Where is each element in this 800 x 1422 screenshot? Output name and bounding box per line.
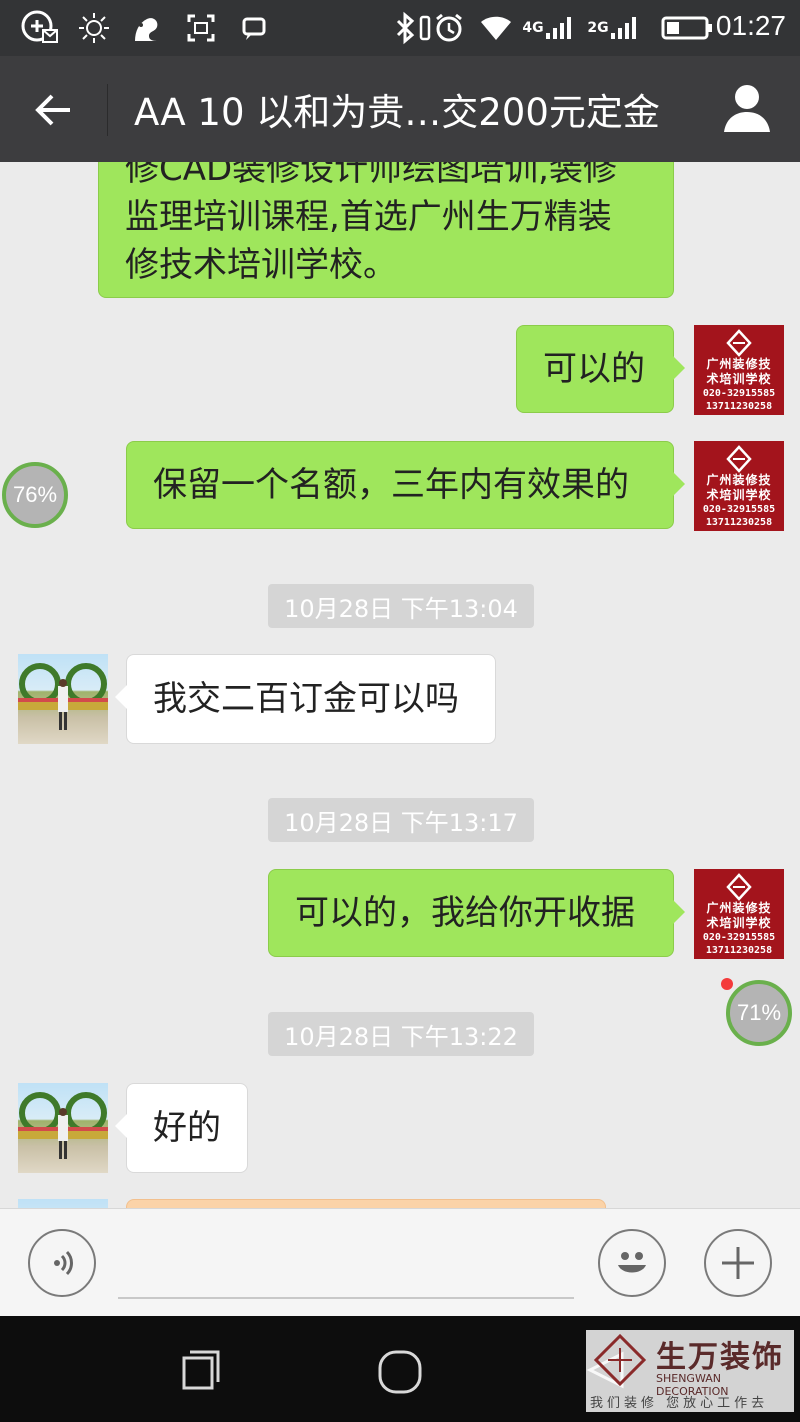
watermark: 生万装饰 SHENGWAN DECORATION 我们装修 您放心工作去 [586,1330,794,1412]
person-icon[interactable] [722,82,772,134]
message-input-bar [0,1208,800,1317]
network-4g-label: 4G [522,20,544,36]
message-line: 监理培训课程,首选广州生万精装 [125,197,612,237]
timestamp-text: 10月28日 下午13:17 [284,808,518,837]
message-text: 我交二百订金可以吗 [153,679,459,719]
shengwan-logo-icon [593,1333,647,1387]
message-bubble-received[interactable]: 我交二百订金可以吗 [115,654,496,744]
wifi-icon [478,10,514,46]
floating-progress-badge[interactable]: 71% [726,980,792,1046]
battery-icon [660,10,714,46]
badge-label: 76% [12,482,58,507]
avatar-text: 广州装修技 [706,473,772,487]
avatar-phone: 13711230258 [705,517,773,528]
school-logo-icon [726,873,752,901]
timestamp: 10月28日 下午13:22 [268,1012,534,1056]
message-text: 可以的，我给你开收据 [295,893,635,933]
timestamp-text: 10月28日 下午13:04 [284,594,518,623]
garden-photo [18,1092,108,1159]
signal-2g-icon: 2G [584,10,642,46]
avatar-text: 术培训学校 [706,916,772,930]
message-bubble-sent[interactable]: 修CAD装修设计师绘图培训,装修 监理培训课程,首选广州生万精装 修技术培训学校… [98,162,674,298]
message-text: 好的 [153,1108,221,1148]
message-bubble-received[interactable] [126,1199,606,1208]
chat-title: AA 10 以和为贵…交200元定金 [134,91,660,134]
school-logo-icon [726,445,752,473]
alarm-icon [432,10,466,46]
avatar[interactable] [18,654,108,744]
timestamp-text: 10月28日 下午13:22 [284,1022,518,1051]
message-line: 修CAD装修设计师绘图培训,装修 [125,162,617,189]
message-line: 修技术培训学校。 [125,245,397,285]
message-bubble-sent[interactable]: 保留一个名额，三年内有效果的 [126,441,685,529]
voice-icon[interactable] [28,1229,96,1297]
timestamp: 10月28日 下午13:04 [268,584,534,628]
vibrate-icon [418,10,432,46]
avatar[interactable]: 广州装修技 术培训学校 020-32915585 13711230258 [694,869,784,959]
avatar-phone: 020-32915585 [702,388,776,399]
chat-header: AA 10 以和为贵…交200元定金 [0,56,800,162]
avatar-phone: 020-32915585 [702,932,776,943]
avatar-text: 术培训学校 [706,372,772,386]
message-input[interactable] [118,1297,574,1299]
header-divider [107,84,108,136]
watermark-slogan: 我们装修 您放心工作去 [590,1396,769,1411]
badge-label: 71% [736,1000,782,1025]
avatar[interactable] [18,1083,108,1173]
chat-message-list[interactable]: 修CAD装修设计师绘图培训,装修 监理培训课程,首选广州生万精装 修技术培训学校… [0,162,800,1208]
avatar-phone: 020-32915585 [702,504,776,515]
avatar-phone: 13711230258 [705,945,773,956]
school-logo-icon [726,329,752,357]
message-text: 可以的 [543,349,645,389]
timestamp: 10月28日 下午13:17 [268,798,534,842]
floating-progress-badge[interactable]: 76% [2,462,68,528]
avatar[interactable] [18,1199,108,1208]
emoji-icon[interactable] [598,1229,666,1297]
back-arrow-icon[interactable] [30,86,78,134]
chat-icon [238,10,270,46]
watermark-title: 生万装饰 [656,1340,784,1375]
avatar[interactable]: 广州装修技 术培训学校 020-32915585 13711230258 [694,441,784,531]
avatar-text: 术培训学校 [706,488,772,502]
avatar[interactable]: 广州装修技 术培训学校 020-32915585 13711230258 [694,325,784,415]
notification-dot [721,978,733,990]
clock: 01:27 [715,10,786,41]
avatar-phone: 13711230258 [705,401,773,412]
signal-icon: 4G [518,10,578,46]
add-message-icon [20,10,60,46]
status-bar: 4G 2G 01:27 [0,0,800,56]
screenshot-icon [184,10,218,46]
recent-apps-icon[interactable] [178,1348,222,1392]
garden-photo [18,1199,108,1208]
brightness-icon [76,10,112,46]
message-bubble-sent[interactable]: 可以的 [516,325,685,413]
avatar-text: 广州装修技 [706,901,772,915]
home-circle-icon[interactable] [376,1348,424,1396]
garden-photo [18,663,108,730]
message-bubble-sent[interactable]: 可以的，我给你开收据 [268,869,685,957]
message-text: 保留一个名额，三年内有效果的 [153,465,629,505]
plus-icon[interactable] [704,1229,772,1297]
message-bubble-received[interactable]: 好的 [115,1083,248,1173]
squirrel-app-icon [128,10,164,46]
bluetooth-icon [392,10,420,46]
avatar-text: 广州装修技 [706,357,772,371]
network-2g-label: 2G [587,20,609,36]
